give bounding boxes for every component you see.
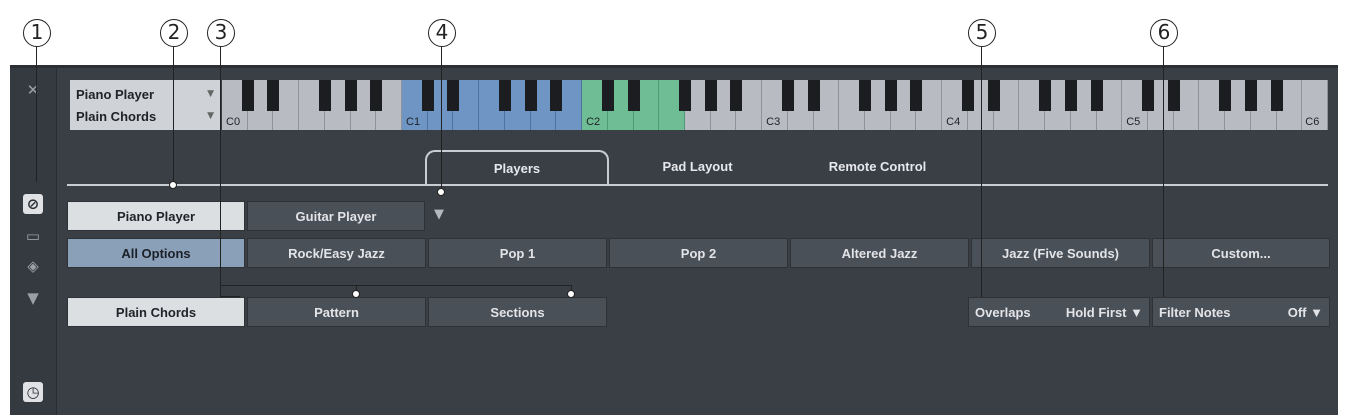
leader-3-h1 [220,285,572,286]
edit-icon[interactable]: ⊘ [23,194,43,214]
leader-4 [441,47,442,191]
tag-icon[interactable]: ◈ [23,256,43,276]
black-key[interactable] [1039,80,1052,111]
chevron-down-icon[interactable]: ▼ [207,89,214,99]
black-key[interactable] [447,80,460,111]
leader-3-pattern-dot [352,290,360,298]
black-key[interactable] [370,80,383,111]
tab-divider [67,184,1328,186]
mode-pattern-button[interactable]: Pattern [247,297,426,327]
leader-3-h2 [220,296,240,297]
overlaps-value: Hold First ▼ [1065,305,1143,320]
style-custom-button[interactable]: Custom... [1152,238,1330,268]
octave-label: C1 [406,116,421,128]
style-rock-easy-jazz-button[interactable]: Rock/Easy Jazz [247,238,426,268]
style-pop1-button[interactable]: Pop 1 [428,238,607,268]
mode-sections-button[interactable]: Sections [428,297,607,327]
style-altered-jazz-button[interactable]: Altered Jazz [790,238,969,268]
more-players-dropdown-icon[interactable]: ▼ [434,207,444,222]
black-key[interactable] [730,80,743,111]
tab-remote-control[interactable]: Remote Control [790,150,965,184]
style-jazz-five-sounds-button[interactable]: Jazz (Five Sounds) [971,238,1150,268]
black-key[interactable] [961,80,974,111]
tab-players[interactable]: Players [425,150,609,186]
close-icon[interactable]: ✕ [23,80,43,100]
black-key[interactable] [678,80,691,111]
tab-pad-layout[interactable]: Pad Layout [620,150,775,184]
leader-2 [173,47,174,185]
player-guitar-button[interactable]: Guitar Player [247,201,425,231]
player-piano-button[interactable]: Piano Player [67,201,245,231]
black-key[interactable] [1219,80,1232,111]
style-all-options-button[interactable]: All Options [67,238,245,268]
black-key[interactable] [344,80,357,111]
octave-label: C6 [1305,116,1320,128]
player-style-selectors: Piano Player ▼ Plain Chords ▼ [70,80,220,130]
filter-notes-label: Filter Notes [1159,305,1231,320]
style-selector[interactable]: Plain Chords [76,109,156,124]
black-key[interactable] [910,80,923,111]
mode-plain-chords-button[interactable]: Plain Chords [67,297,245,327]
octave-label: C4 [946,116,961,128]
filter-notes-value: Off ▼ [1287,305,1323,320]
black-key[interactable] [987,80,1000,111]
leader-5 [981,47,982,297]
leader-3 [220,47,221,297]
black-key[interactable] [241,80,254,111]
octave-label: C5 [1126,116,1141,128]
leader-4-dot [437,188,445,196]
black-key[interactable] [1090,80,1103,111]
clock-icon[interactable]: ◷ [23,382,43,402]
chevron-down-icon[interactable]: ▼ [207,111,214,121]
overlaps-label: Overlaps [975,305,1031,320]
black-key[interactable] [884,80,897,111]
black-key[interactable] [1270,80,1283,111]
left-toolbar: ✕ ⊘ ▭ ◈ ▼ ◷ [10,68,57,415]
black-key[interactable] [421,80,434,111]
callout-6: 6 [1150,19,1178,47]
triangle-down-icon[interactable]: ▼ [23,288,43,308]
black-key[interactable] [550,80,563,111]
leader-2-dot [169,181,177,189]
leader-1 [36,47,37,182]
leader-6 [1163,47,1164,297]
callout-5: 5 [968,19,996,47]
callout-3: 3 [207,19,235,47]
black-key[interactable] [318,80,331,111]
black-key[interactable] [1167,80,1180,111]
black-key[interactable] [498,80,511,111]
leader-3-sections-dot [567,290,575,298]
black-key[interactable] [601,80,614,111]
octave-label: C3 [766,116,781,128]
callout-2: 2 [160,19,188,47]
black-key[interactable] [1064,80,1077,111]
black-key[interactable] [859,80,872,111]
filter-notes-dropdown[interactable]: Filter Notes Off ▼ [1152,297,1330,327]
black-key[interactable] [267,80,280,111]
black-key[interactable] [704,80,717,111]
callout-4: 4 [428,19,456,47]
octave-label: C2 [586,116,601,128]
style-pop2-button[interactable]: Pop 2 [609,238,788,268]
black-key[interactable] [1244,80,1257,111]
octave-label: C0 [226,116,241,128]
black-key[interactable] [807,80,820,111]
callout-1: 1 [23,19,51,47]
black-key[interactable] [627,80,640,111]
player-selector[interactable]: Piano Player [76,87,154,102]
black-key[interactable] [781,80,794,111]
black-key[interactable] [1141,80,1154,111]
chord-pads-panel: ✕ ⊘ ▭ ◈ ▼ ◷ Piano Player ▼ Plain Chords … [10,65,1338,415]
black-key[interactable] [524,80,537,111]
comment-icon[interactable]: ▭ [23,226,43,246]
overlaps-dropdown[interactable]: Overlaps Hold First ▼ [968,297,1150,327]
